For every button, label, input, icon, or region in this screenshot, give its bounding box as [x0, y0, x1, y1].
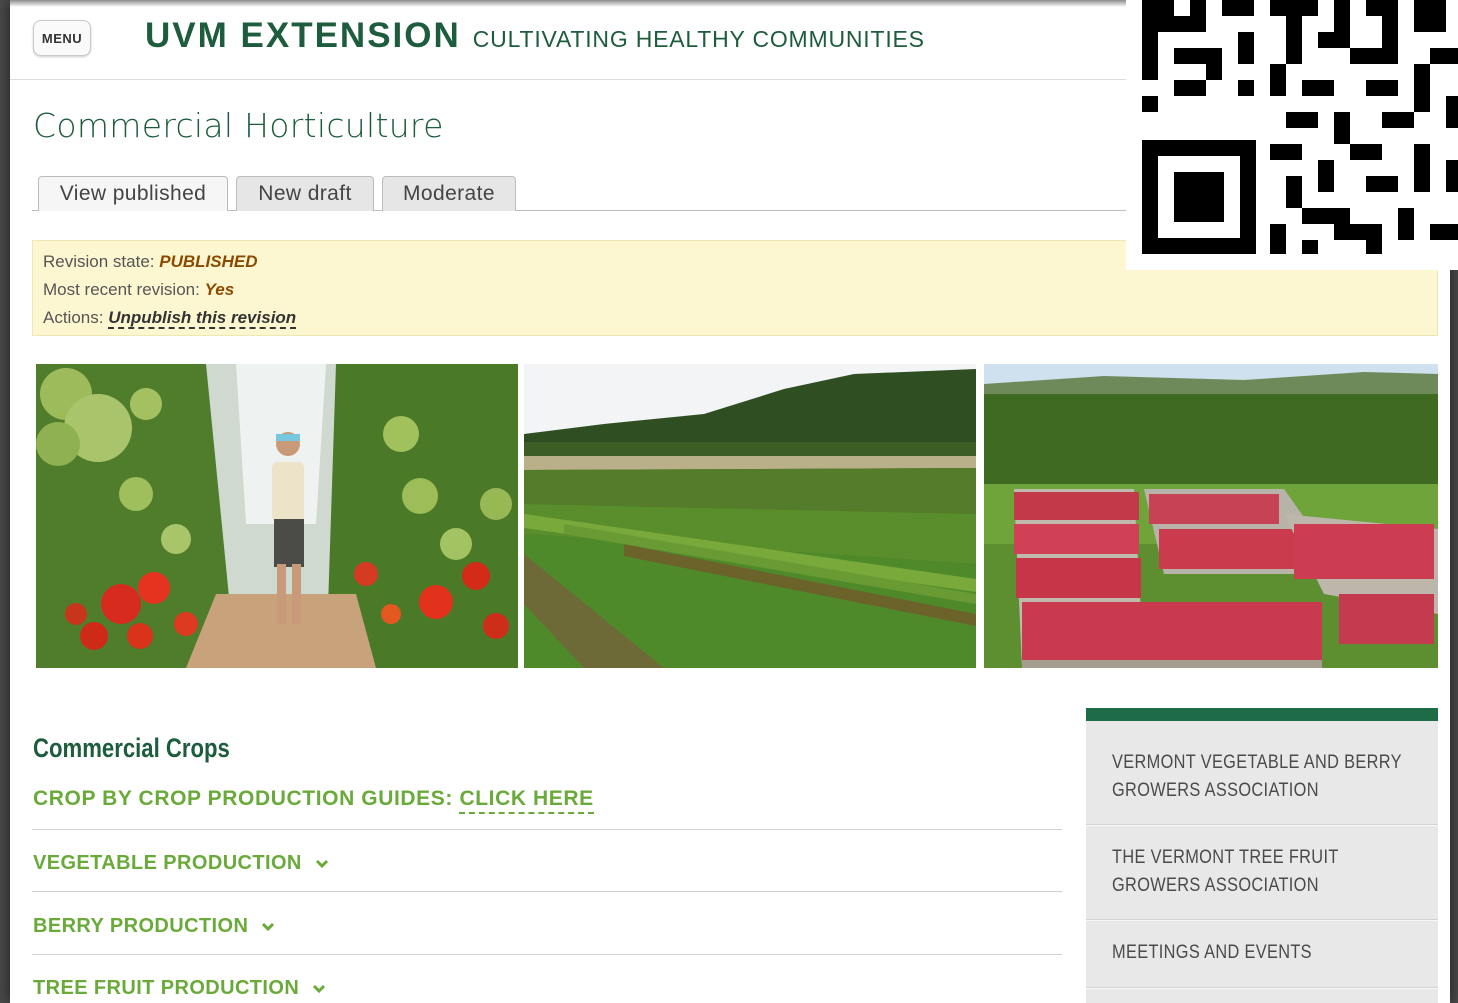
photo-apple-crates [984, 364, 1438, 668]
divider [32, 829, 1062, 830]
accordion-vegetable-production[interactable]: VEGETABLE PRODUCTION [33, 852, 330, 875]
tab-view-published[interactable]: View published [38, 176, 228, 211]
most-recent-label: Most recent revision: [43, 280, 200, 299]
sidebar-divider [1086, 987, 1438, 989]
brand-name: UVM EXTENSION [145, 16, 461, 55]
sidebar-item-vegetable-berry-growers[interactable]: VERMONT VEGETABLE AND BERRY GROWERS ASSO… [1086, 749, 1438, 805]
sidebar-item-label: VERMONT VEGETABLE AND BERRY GROWERS ASSO… [1112, 752, 1402, 801]
accordion-label: TREE FRUIT PRODUCTION [33, 977, 300, 999]
click-here-link[interactable]: CLICK HERE [459, 787, 594, 814]
chevron-down-icon [313, 984, 326, 993]
revision-state-value: PUBLISHED [159, 252, 258, 271]
tab-moderate[interactable]: Moderate [382, 176, 516, 211]
divider [32, 891, 1062, 892]
sidebar-item-label: MEETINGS AND EVENTS [1112, 942, 1312, 963]
sidebar-item-label: THE VERMONT TREE FRUIT GROWERS ASSOCIATI… [1112, 847, 1339, 896]
sidebar-divider [1086, 919, 1438, 921]
page-title: Commercial Horticulture [33, 106, 444, 145]
photo-vegetable-field [524, 364, 976, 668]
divider [32, 954, 1062, 955]
qr-code-icon [1126, 0, 1458, 270]
accordion-label: VEGETABLE PRODUCTION [33, 852, 302, 874]
most-recent-row: Most recent revision: Yes [43, 276, 1427, 304]
accordion-label: BERRY PRODUCTION [33, 915, 249, 937]
accordion-tree-fruit-production[interactable]: TREE FRUIT PRODUCTION [33, 977, 327, 1000]
actions-row: Actions: Unpublish this revision [43, 304, 1427, 332]
brand-tagline: CULTIVATING HEALTHY COMMUNITIES [472, 26, 925, 52]
most-recent-value: Yes [204, 280, 235, 299]
sidebar-divider [1086, 824, 1438, 826]
sidebar-item-meetings-events[interactable]: MEETINGS AND EVENTS [1086, 939, 1438, 967]
accordion-berry-production[interactable]: BERRY PRODUCTION [33, 915, 276, 938]
crop-guides-line: CROP BY CROP PRODUCTION GUIDES: CLICK HE… [33, 787, 594, 814]
menu-button[interactable]: MENU [33, 20, 91, 56]
actions-label: Actions: [43, 308, 104, 327]
section-title: Commercial Crops [33, 733, 230, 763]
chevron-down-icon [315, 859, 328, 868]
sidebar-links: VERMONT VEGETABLE AND BERRY GROWERS ASSO… [1086, 708, 1438, 1003]
unpublish-link[interactable]: Unpublish this revision [108, 308, 297, 329]
revision-state-label: Revision state: [43, 252, 155, 271]
site-brand[interactable]: UVM EXTENSION CULTIVATING HEALTHY COMMUN… [145, 16, 925, 56]
tab-new-draft[interactable]: New draft [236, 176, 374, 211]
photo-greenhouse-tomatoes [36, 364, 518, 668]
sidebar-item-tree-fruit-growers[interactable]: THE VERMONT TREE FRUIT GROWERS ASSOCIATI… [1086, 844, 1438, 900]
crop-guides-label: CROP BY CROP PRODUCTION GUIDES: [33, 787, 453, 810]
chevron-down-icon [262, 922, 275, 931]
